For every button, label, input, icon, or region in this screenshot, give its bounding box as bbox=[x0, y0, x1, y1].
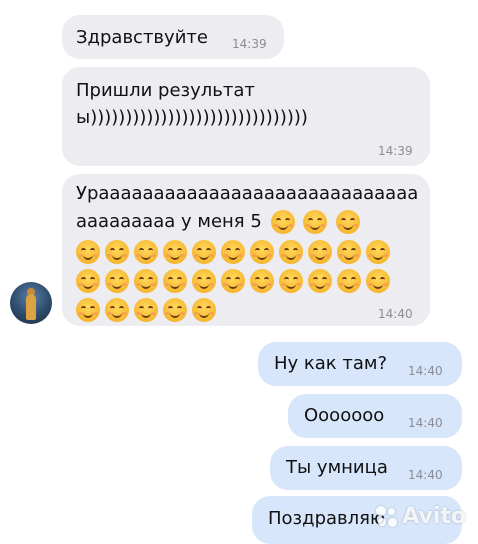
smiling-face-icon bbox=[192, 240, 216, 264]
smiling-face-icon bbox=[308, 240, 332, 264]
emoji-row bbox=[76, 298, 216, 322]
message-bubble[interactable]: Ты умница 14:40 bbox=[270, 446, 462, 490]
smiling-face-icon bbox=[76, 240, 100, 264]
avatar[interactable] bbox=[10, 282, 52, 324]
smiling-face-icon bbox=[366, 269, 390, 293]
smiling-face-icon bbox=[105, 298, 129, 322]
message-bubble[interactable]: Ураааааааааааааааааааааааааааааааааааааа… bbox=[62, 174, 430, 326]
message-text: Ты умница bbox=[286, 457, 388, 478]
smiling-face-icon bbox=[366, 240, 390, 264]
smiling-face-icon bbox=[105, 269, 129, 293]
message-text-block: Ураааааааааааааааааааааааааааааааааааааа… bbox=[76, 180, 422, 236]
message-text: Здравствуйте bbox=[76, 27, 208, 48]
message-text: Ураааааааааааааааааааааааааааааааааааааа… bbox=[76, 183, 419, 232]
avito-watermark: Avito bbox=[376, 504, 466, 529]
smiling-face-icon bbox=[163, 298, 187, 322]
smiling-face-icon bbox=[221, 269, 245, 293]
smiling-face-icon bbox=[270, 210, 295, 234]
smiling-face-icon bbox=[336, 210, 360, 234]
smiling-face-icon bbox=[105, 240, 129, 264]
smiling-face-icon bbox=[192, 269, 216, 293]
smiling-face-icon bbox=[134, 298, 158, 322]
smiling-face-icon bbox=[163, 269, 187, 293]
smiling-face-icon bbox=[303, 210, 328, 234]
watermark-text: Avito bbox=[402, 504, 466, 529]
smiling-face-icon bbox=[279, 240, 303, 264]
smiling-face-icon bbox=[279, 269, 303, 293]
smiling-face-icon bbox=[337, 269, 361, 293]
smiling-face-icon bbox=[250, 240, 274, 264]
avito-logo-icon bbox=[376, 505, 398, 528]
smiling-face-icon bbox=[134, 240, 158, 264]
emoji-row bbox=[76, 240, 390, 264]
smiling-face-icon bbox=[134, 269, 158, 293]
message-time: 14:40 bbox=[378, 307, 413, 321]
smiling-face-icon bbox=[192, 298, 216, 322]
smiling-face-icon bbox=[163, 240, 187, 264]
message-text: Пришли результаты)))))))))))))))))))))))… bbox=[76, 80, 308, 128]
message-bubble[interactable]: Здравствуйте 14:39 bbox=[62, 15, 284, 59]
message-bubble[interactable]: Ну как там? 14:40 bbox=[258, 342, 462, 386]
smiling-face-icon bbox=[76, 269, 100, 293]
message-text: Ну как там? bbox=[274, 353, 388, 374]
message-text: Поздравляю bbox=[268, 508, 386, 529]
emoji-row bbox=[76, 269, 390, 293]
smiling-face-icon bbox=[337, 240, 361, 264]
smiling-face-icon bbox=[250, 269, 274, 293]
smiling-face-icon bbox=[76, 298, 100, 322]
message-time: 14:40 bbox=[408, 416, 443, 430]
message-time: 14:39 bbox=[232, 37, 267, 51]
message-time: 14:40 bbox=[408, 364, 443, 378]
message-bubble[interactable]: Ооооооо 14:40 bbox=[288, 394, 462, 438]
message-text: Ооооооо bbox=[304, 405, 385, 426]
message-time: 14:39 bbox=[378, 144, 413, 158]
message-bubble[interactable]: Пришли результаты)))))))))))))))))))))))… bbox=[62, 67, 430, 166]
smiling-face-icon bbox=[308, 269, 332, 293]
smiling-face-icon bbox=[221, 240, 245, 264]
message-time: 14:40 bbox=[408, 468, 443, 482]
